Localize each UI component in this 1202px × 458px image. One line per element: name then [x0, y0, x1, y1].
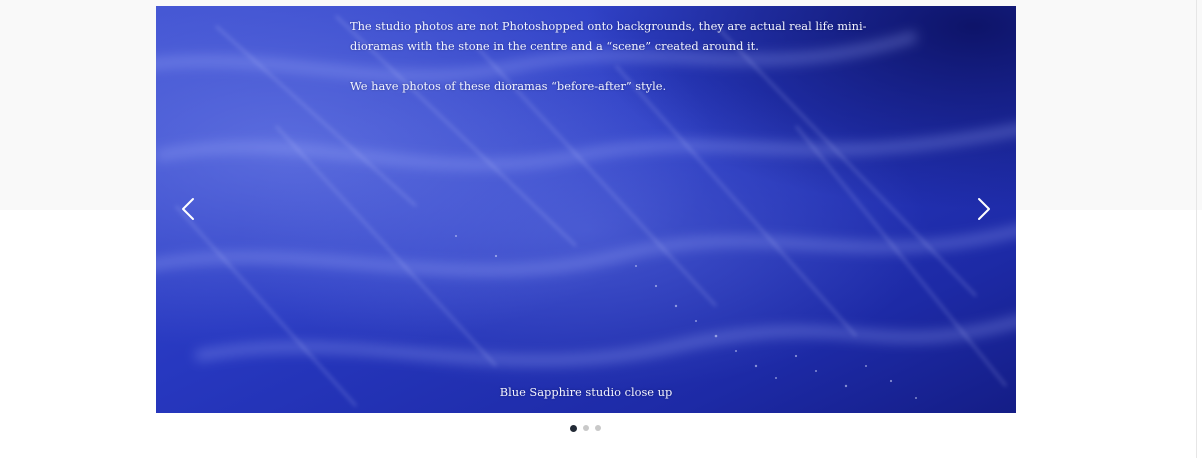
pagination-dot[interactable]: [570, 424, 577, 432]
scrollbar-edge: [1196, 0, 1197, 458]
slide-description: The studio photos are not Photoshopped o…: [350, 16, 910, 116]
slide-paragraph: The studio photos are not Photoshopped o…: [350, 19, 867, 53]
slide-caption: Blue Sapphire studio close up: [499, 385, 673, 399]
page: The studio photos are not Photoshopped o…: [0, 0, 1202, 458]
chevron-right-icon: [978, 198, 990, 220]
pagination-dot[interactable]: [595, 425, 601, 431]
previous-slide-button[interactable]: [175, 193, 201, 225]
carousel-pagination: [570, 424, 601, 432]
chevron-left-icon: [182, 198, 194, 220]
pagination-dot[interactable]: [583, 425, 589, 431]
next-slide-button[interactable]: [971, 193, 997, 225]
slide-paragraph: We have photos of these dioramas “before…: [350, 79, 667, 93]
image-carousel[interactable]: The studio photos are not Photoshopped o…: [156, 6, 1016, 413]
